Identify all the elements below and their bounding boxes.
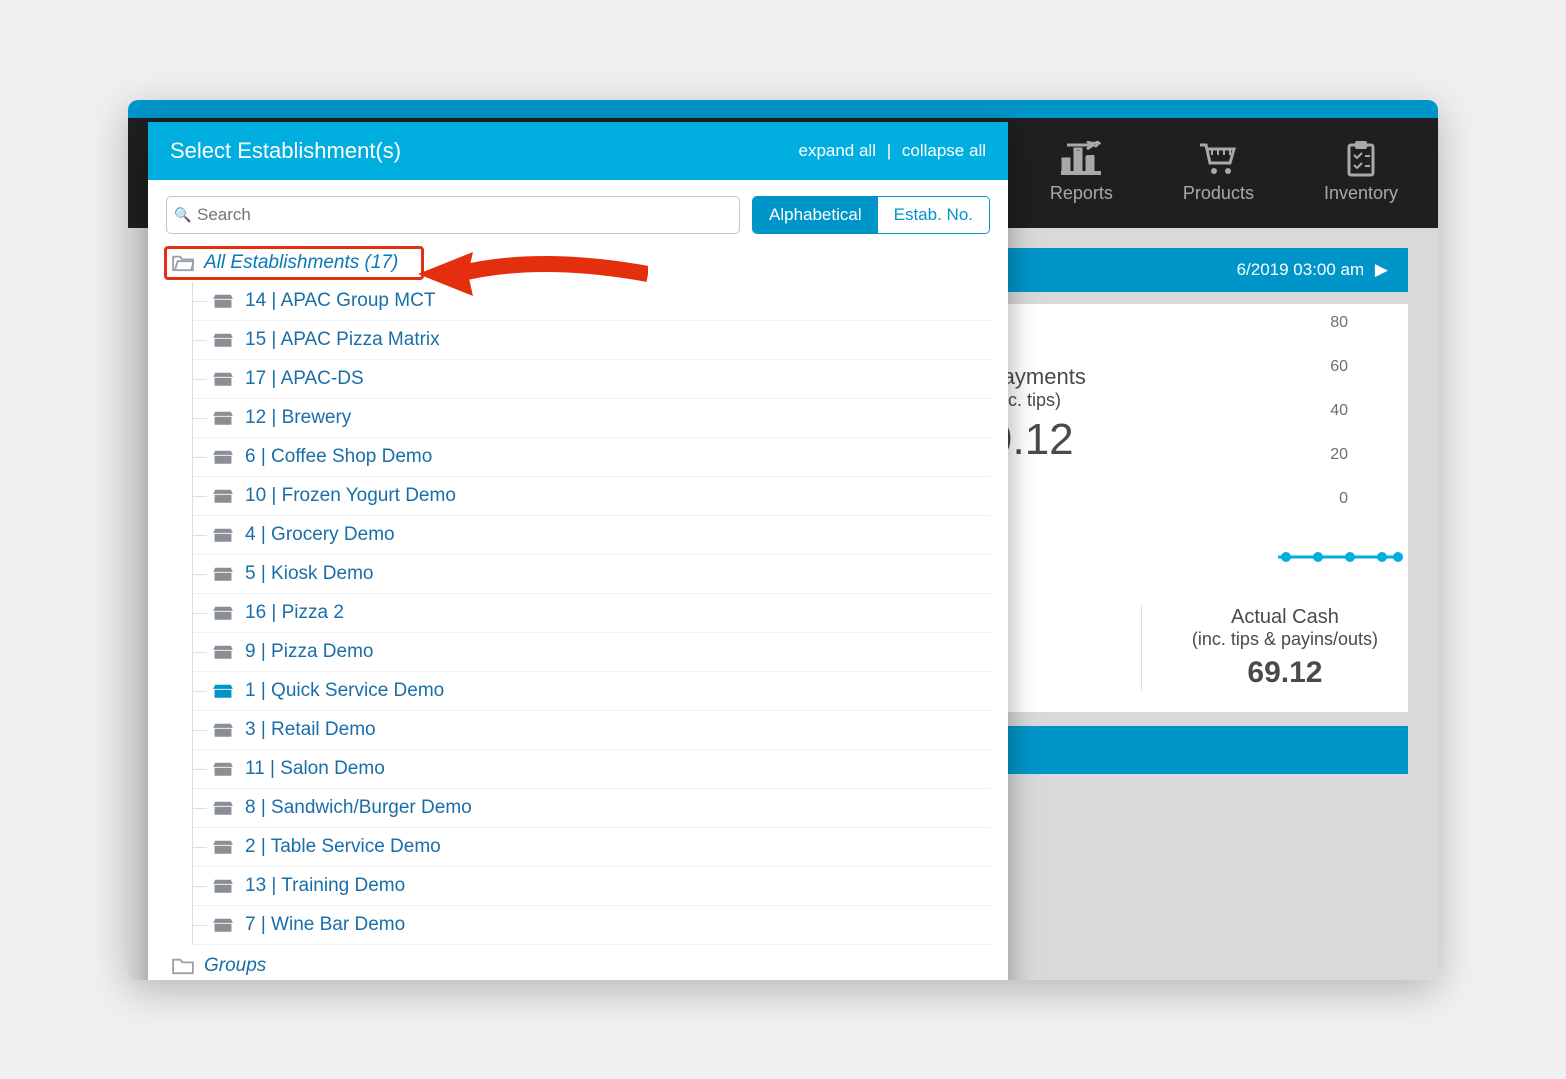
nav-inventory-label: Inventory (1324, 183, 1398, 204)
establishment-item[interactable]: 7 | Wine Bar Demo (193, 906, 990, 945)
groups-node[interactable]: Groups (168, 945, 990, 980)
store-icon (213, 916, 233, 934)
nav-inventory[interactable]: Inventory (1324, 141, 1398, 204)
establishment-item[interactable]: 13 | Training Demo (193, 867, 990, 906)
establishment-item[interactable]: 4 | Grocery Demo (193, 516, 990, 555)
store-icon (213, 721, 233, 739)
establishment-label: 2 | Table Service Demo (245, 836, 441, 858)
clipboard-icon (1341, 141, 1381, 177)
store-icon (213, 526, 233, 544)
store-icon (213, 799, 233, 817)
store-icon (213, 682, 233, 700)
all-establishments-label: All Establishments (17) (204, 252, 398, 274)
arrow-annotation (418, 244, 648, 304)
establishment-label: 1 | Quick Service Demo (245, 680, 444, 702)
cash-value: 69.12 (1192, 656, 1378, 690)
establishment-tree: All Establishments (17) 14 | APAC Group … (148, 244, 1008, 980)
folder-open-icon (172, 254, 194, 272)
ytick: 40 (1330, 402, 1348, 420)
establishment-item[interactable]: 12 | Brewery (193, 399, 990, 438)
actual-cash-block: Actual Cash (inc. tips & payins/outs) 69… (1141, 606, 1378, 690)
establishment-label: 5 | Kiosk Demo (245, 563, 373, 585)
establishment-label: 8 | Sandwich/Burger Demo (245, 797, 472, 819)
cash-label: Actual Cash (1192, 606, 1378, 629)
cart-icon (1198, 141, 1238, 177)
establishment-item[interactable]: 17 | APAC-DS (193, 360, 990, 399)
store-icon (213, 409, 233, 427)
nav-products-label: Products (1183, 183, 1254, 204)
store-icon (213, 292, 233, 310)
folder-icon (172, 957, 194, 975)
store-icon (213, 487, 233, 505)
store-icon (213, 760, 233, 778)
store-icon (213, 448, 233, 466)
nav-reports[interactable]: Reports (1050, 141, 1113, 204)
search-input[interactable] (166, 196, 740, 234)
selector-controls: expand all | collapse all (798, 141, 986, 161)
establishment-label: 16 | Pizza 2 (245, 602, 344, 624)
chevron-right-icon: ▶ (1375, 260, 1388, 279)
establishment-label: 9 | Pizza Demo (245, 641, 373, 663)
establishment-label: 15 | APAC Pizza Matrix (245, 329, 440, 351)
establishment-item[interactable]: 16 | Pizza 2 (193, 594, 990, 633)
separator: | (887, 141, 891, 160)
sort-estab-no-button[interactable]: Estab. No. (878, 197, 989, 233)
sort-alphabetical-button[interactable]: Alphabetical (753, 197, 878, 233)
store-icon (213, 877, 233, 895)
selector-toolbar: 🔍 Alphabetical Estab. No. (148, 180, 1008, 244)
establishment-label: 10 | Frozen Yogurt Demo (245, 485, 456, 507)
establishment-item[interactable]: 9 | Pizza Demo (193, 633, 990, 672)
establishment-item[interactable]: 5 | Kiosk Demo (193, 555, 990, 594)
cash-sub: (inc. tips & payins/outs) (1192, 629, 1378, 650)
store-icon (213, 565, 233, 583)
ytick: 0 (1330, 490, 1348, 508)
search-wrap: 🔍 (166, 196, 740, 234)
establishment-label: 11 | Salon Demo (245, 758, 385, 780)
establishment-item[interactable]: 2 | Table Service Demo (193, 828, 990, 867)
establishment-label: 6 | Coffee Shop Demo (245, 446, 432, 468)
selector-header: Select Establishment(s) expand all | col… (148, 122, 1008, 180)
mini-chart (1278, 548, 1398, 556)
store-icon (213, 643, 233, 661)
expand-all-link[interactable]: expand all (798, 141, 876, 160)
establishment-label: 13 | Training Demo (245, 875, 405, 897)
establishment-label: 12 | Brewery (245, 407, 351, 429)
establishment-list: 14 | APAC Group MCT 15 | APAC Pizza Matri… (192, 282, 990, 945)
store-icon (213, 370, 233, 388)
nav-products[interactable]: Products (1183, 141, 1254, 204)
date-range-text: 6/2019 03:00 am (1237, 260, 1365, 279)
nav-reports-label: Reports (1050, 183, 1113, 204)
groups-label: Groups (204, 955, 266, 977)
sort-toggle: Alphabetical Estab. No. (752, 196, 990, 234)
top-brand-strip (128, 100, 1438, 118)
chart-y-axis: 80 60 40 20 0 (1330, 314, 1348, 508)
establishment-label: 17 | APAC-DS (245, 368, 364, 390)
store-icon (213, 838, 233, 856)
establishment-label: 4 | Grocery Demo (245, 524, 395, 546)
store-icon (213, 331, 233, 349)
establishment-item[interactable]: 3 | Retail Demo (193, 711, 990, 750)
selector-title: Select Establishment(s) (170, 138, 401, 164)
establishment-item[interactable]: 1 | Quick Service Demo (193, 672, 990, 711)
establishment-label: 7 | Wine Bar Demo (245, 914, 405, 936)
reports-icon (1061, 141, 1101, 177)
establishment-item[interactable]: 8 | Sandwich/Burger Demo (193, 789, 990, 828)
store-icon (213, 604, 233, 622)
establishment-item[interactable]: 6 | Coffee Shop Demo (193, 438, 990, 477)
ytick: 60 (1330, 358, 1348, 376)
ytick: 20 (1330, 446, 1348, 464)
search-icon: 🔍 (174, 206, 191, 223)
ytick: 80 (1330, 314, 1348, 332)
establishment-label: 3 | Retail Demo (245, 719, 376, 741)
establishment-item[interactable]: 15 | APAC Pizza Matrix (193, 321, 990, 360)
establishment-item[interactable]: 10 | Frozen Yogurt Demo (193, 477, 990, 516)
establishment-item[interactable]: 11 | Salon Demo (193, 750, 990, 789)
collapse-all-link[interactable]: collapse all (902, 141, 986, 160)
establishment-label: 14 | APAC Group MCT (245, 290, 435, 312)
